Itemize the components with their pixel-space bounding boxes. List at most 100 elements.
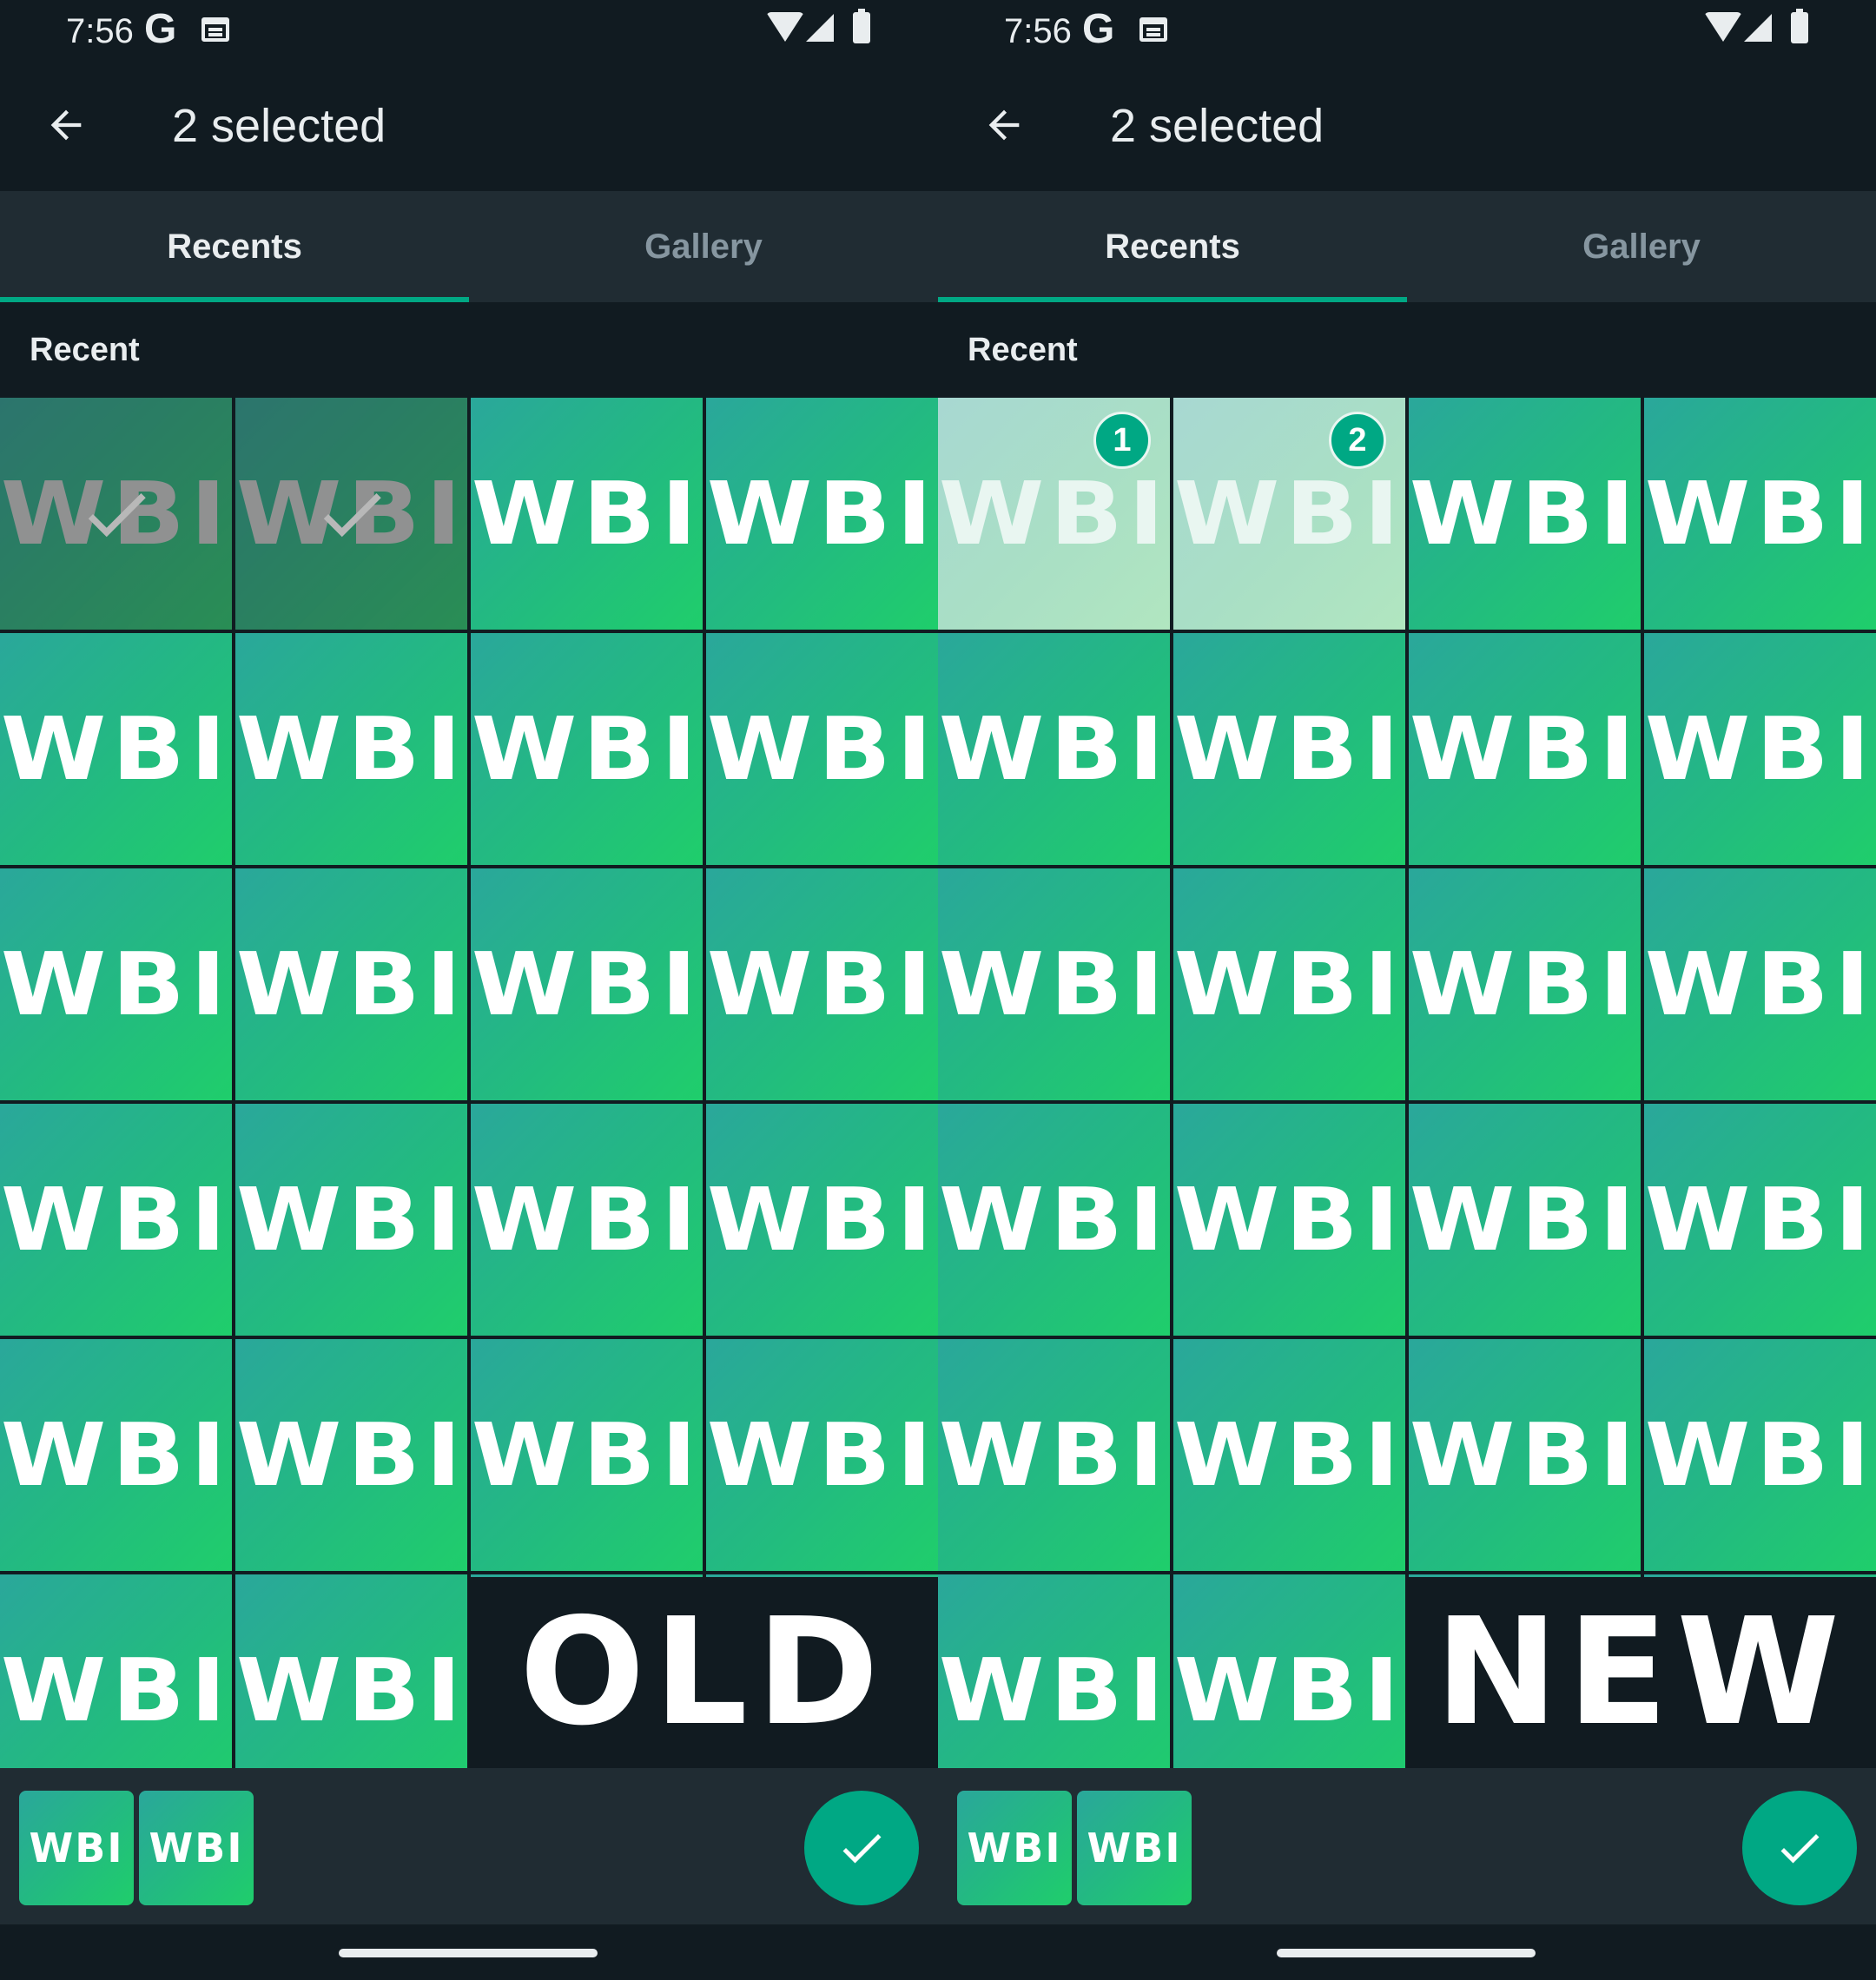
media-tile[interactable]: WBI 2	[1173, 398, 1405, 630]
tile-logo: WBI	[1173, 1640, 1405, 1741]
selected-thumbnail[interactable]: WBI	[1077, 1791, 1192, 1905]
back-button[interactable]	[969, 94, 1039, 156]
calendar-icon	[201, 17, 229, 42]
media-tile[interactable]: WBI	[1644, 1339, 1876, 1571]
tile-logo: WBI	[938, 463, 1170, 564]
media-tile[interactable]: WBI	[706, 633, 938, 865]
media-tile[interactable]: WBI	[471, 868, 703, 1100]
selected-thumbnail[interactable]: WBI	[139, 1791, 254, 1905]
media-tile[interactable]: WBI	[1173, 1104, 1405, 1336]
selection-order-badge: 1	[1093, 412, 1151, 469]
media-tile[interactable]: WBI	[471, 1104, 703, 1336]
tile-logo: WBI	[471, 463, 703, 564]
media-tile[interactable]: WBI	[1409, 868, 1641, 1100]
media-tile[interactable]: WBI	[1173, 1339, 1405, 1571]
tab-recents[interactable]: Recents	[0, 191, 469, 302]
tile-logo: WBI	[706, 934, 938, 1035]
tile-logo: WBI	[0, 1640, 232, 1741]
media-tile[interactable]: WBI	[471, 398, 703, 630]
tile-logo: WBI	[235, 698, 467, 800]
selected-thumbnail[interactable]: WBI	[19, 1791, 134, 1905]
gesture-nav-bar	[938, 1924, 1876, 1980]
tab-bar: Recents Gallery	[938, 191, 1876, 302]
selected-thumbnail[interactable]: WBI	[957, 1791, 1072, 1905]
media-grid: WBI WBI WBI WBI WBI WBI WBI WBI WBI WBI WBI WBI WBI W…	[0, 398, 938, 1768]
status-bar: 7:56 G	[938, 0, 1876, 63]
tile-logo: WBI	[235, 934, 467, 1035]
media-tile[interactable]: WBI	[0, 868, 232, 1100]
tile-logo: WBI	[1173, 934, 1405, 1035]
gesture-nav-bar	[0, 1924, 938, 1980]
media-tile[interactable]: WBI	[235, 398, 467, 630]
media-tile[interactable]: WBI	[235, 633, 467, 865]
media-tile[interactable]: WBI	[1409, 398, 1641, 630]
media-tile[interactable]: WBI	[1644, 1104, 1876, 1336]
tile-logo: WBI	[1644, 1169, 1876, 1270]
tile-logo: WBI	[938, 934, 1170, 1035]
tab-recents[interactable]: Recents	[938, 191, 1407, 302]
page-title: 2 selected	[1110, 100, 1324, 152]
battery-icon	[853, 9, 870, 43]
arrow-left-icon	[988, 109, 1020, 141]
tile-logo: WBI	[1644, 463, 1876, 564]
status-bar: 7:56 G	[0, 0, 938, 63]
home-handle[interactable]	[1277, 1949, 1536, 1957]
tile-logo: WBI	[706, 698, 938, 800]
media-tile[interactable]: WBI	[0, 1339, 232, 1571]
tile-logo: WBI	[938, 1404, 1170, 1506]
media-tile[interactable]: WBI	[938, 1339, 1170, 1571]
media-tile[interactable]: WBI	[1409, 1104, 1641, 1336]
media-tile[interactable]: WBI	[0, 1104, 232, 1336]
media-tile[interactable]: WBI	[706, 398, 938, 630]
media-tile[interactable]: WBI	[0, 633, 232, 865]
media-tile[interactable]: WBI	[0, 1574, 232, 1768]
media-tile[interactable]: WBI	[938, 868, 1170, 1100]
tile-logo: WBI	[0, 1404, 232, 1506]
media-tile[interactable]: WBI	[1644, 633, 1876, 865]
media-tile[interactable]: WBI	[1644, 398, 1876, 630]
media-tile[interactable]: WBI	[235, 868, 467, 1100]
media-tile[interactable]: WBI	[1173, 633, 1405, 865]
tile-logo: WBI	[1173, 1169, 1405, 1270]
tile-logo: WBI	[1409, 463, 1641, 564]
media-tile[interactable]: WBI	[706, 1104, 938, 1336]
media-grid: WBI 1 WBI 2 WBI WBI WBI WBI WBI WBI WBI WBI WBI WBI WB…	[938, 398, 1876, 1768]
panel-old: 7:56 G 2 selected Recents Gallery Recent…	[0, 0, 938, 1980]
section-label: Recent	[938, 302, 1876, 398]
media-tile[interactable]: WBI	[1173, 1574, 1405, 1768]
media-tile[interactable]: WBI	[471, 1339, 703, 1571]
selection-bar: WBI WBI	[938, 1768, 1876, 1924]
arrow-left-icon	[50, 109, 82, 141]
tab-gallery[interactable]: Gallery	[1407, 191, 1876, 302]
tile-logo: WBI	[1644, 1404, 1876, 1506]
media-tile[interactable]: WBI	[706, 868, 938, 1100]
tile-logo: WBI	[1409, 934, 1641, 1035]
tile-logo: WBI	[0, 934, 232, 1035]
home-handle[interactable]	[339, 1949, 598, 1957]
media-tile[interactable]: WBI	[938, 1574, 1170, 1768]
media-tile[interactable]: WBI	[706, 1339, 938, 1571]
google-icon: G	[1082, 6, 1115, 52]
tile-logo: WBI	[0, 1169, 232, 1270]
send-button[interactable]	[1742, 1791, 1857, 1905]
tile-logo: WBI	[235, 1404, 467, 1506]
media-tile[interactable]: WBI	[938, 633, 1170, 865]
tile-logo: WBI	[1173, 1404, 1405, 1506]
media-tile[interactable]: WBI 1	[938, 398, 1170, 630]
back-button[interactable]	[31, 94, 101, 156]
media-tile[interactable]: WBI	[938, 1104, 1170, 1336]
media-tile[interactable]: WBI	[235, 1574, 467, 1768]
send-button[interactable]	[804, 1791, 919, 1905]
tile-logo: WBI	[706, 1404, 938, 1506]
media-tile[interactable]: WBI	[1644, 868, 1876, 1100]
tile-logo: WBI	[1644, 934, 1876, 1035]
media-tile[interactable]: WBI	[235, 1339, 467, 1571]
media-tile[interactable]: WBI	[471, 633, 703, 865]
version-label: OLD	[469, 1577, 938, 1768]
media-tile[interactable]: WBI	[0, 398, 232, 630]
media-tile[interactable]: WBI	[1409, 633, 1641, 865]
media-tile[interactable]: WBI	[235, 1104, 467, 1336]
tab-gallery[interactable]: Gallery	[469, 191, 938, 302]
media-tile[interactable]: WBI	[1409, 1339, 1641, 1571]
media-tile[interactable]: WBI	[1173, 868, 1405, 1100]
